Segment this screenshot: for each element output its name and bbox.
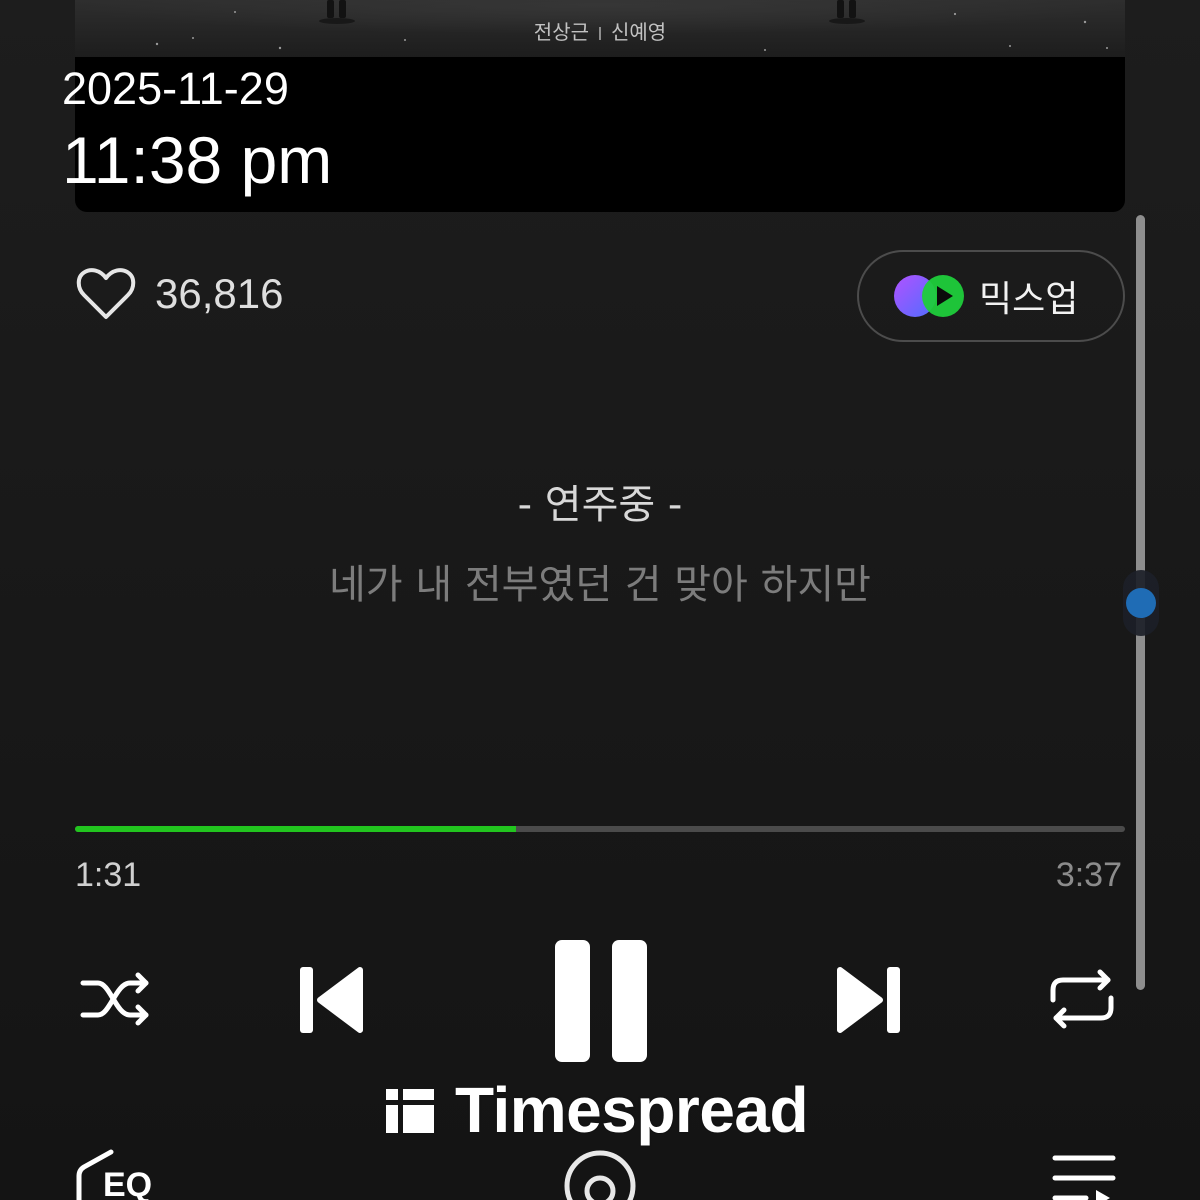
playlist-icon[interactable] xyxy=(1052,1148,1116,1200)
heart-icon[interactable] xyxy=(75,267,137,321)
like-count: 36,816 xyxy=(155,270,284,317)
artist-name: 신예영 xyxy=(611,20,667,44)
progress-fill xyxy=(75,826,516,832)
connect-icon[interactable] xyxy=(563,1148,637,1200)
eq-button[interactable]: EQ xyxy=(75,1148,165,1200)
timestamp-time: 11:38 pm xyxy=(62,123,333,197)
bottom-toolbar: EQ xyxy=(0,1148,1200,1200)
lyrics-scroll-thumb[interactable] xyxy=(1122,569,1159,636)
timespread-logo-icon xyxy=(386,1089,434,1133)
next-icon[interactable] xyxy=(836,965,900,1035)
repeat-icon[interactable] xyxy=(1048,968,1116,1030)
lyrics-current-line: - 연주중 - xyxy=(517,482,683,528)
timestamp-date: 2025-11-29 xyxy=(62,63,289,114)
mixup-label: 믹스업 xyxy=(979,279,1079,320)
music-player-screen: 전상근 신예영 2025-11-29 11:38 pm 36,816 믹스업 -… xyxy=(0,0,1200,1200)
scroll-thumb-dot xyxy=(1125,587,1156,618)
lyrics-next-line: 네가 내 전부였던 건 맞아 하지만 xyxy=(329,562,871,608)
artist-separator xyxy=(599,27,601,40)
progress-bar[interactable] xyxy=(75,826,1125,832)
lyrics-area[interactable]: - 연주중 - 네가 내 전부였던 건 맞아 하지만 xyxy=(75,470,1125,620)
artist-name: 전상근 xyxy=(533,20,589,44)
album-artists: 전상근 신예영 xyxy=(75,20,1125,44)
elapsed-time: 1:31 xyxy=(75,856,142,894)
total-duration: 3:37 xyxy=(1055,856,1122,894)
lyrics-scrollbar[interactable] xyxy=(1122,215,1159,990)
mixup-icon xyxy=(893,273,965,319)
album-cover-image: 전상근 신예영 xyxy=(75,0,1125,57)
like-button[interactable]: 36,816 xyxy=(75,262,283,326)
shuffle-icon[interactable] xyxy=(80,968,152,1030)
pause-icon[interactable] xyxy=(553,940,649,1062)
mixup-button[interactable]: 믹스업 xyxy=(857,250,1125,342)
watermark-text: Timespread xyxy=(455,1074,809,1146)
previous-icon[interactable] xyxy=(300,965,364,1035)
eq-label: EQ xyxy=(103,1166,153,1200)
